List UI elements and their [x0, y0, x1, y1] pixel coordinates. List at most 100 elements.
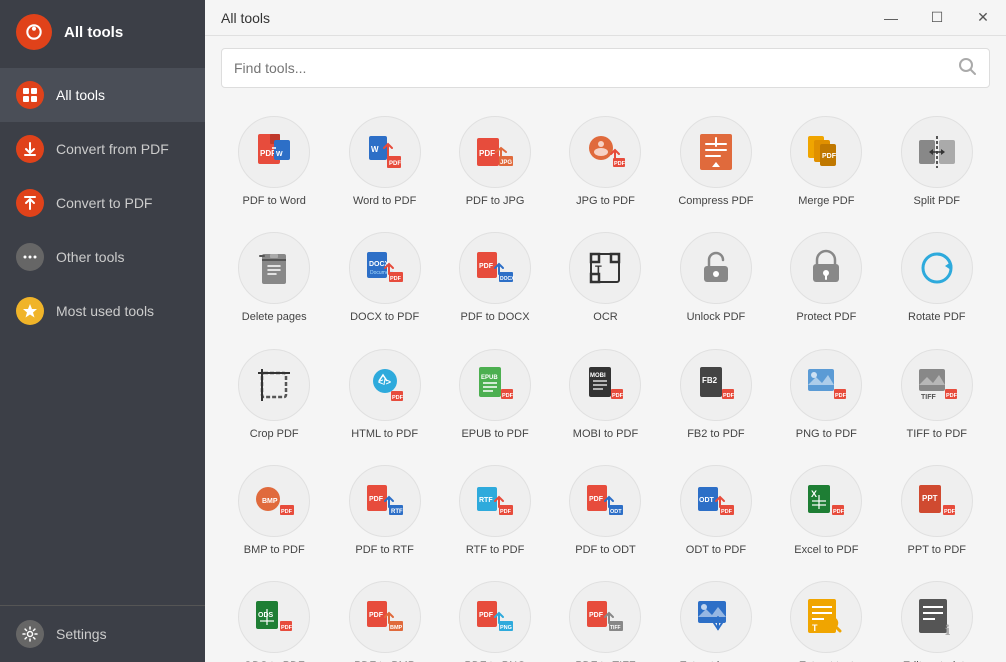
svg-text:PPT: PPT — [922, 494, 938, 503]
app-title: All tools — [64, 24, 123, 41]
sidebar-item-all-tools[interactable]: All tools — [0, 68, 205, 122]
tool-fb2-to-pdf[interactable]: FB2PDFFB2 to PDF — [663, 341, 769, 449]
tool-pdf-to-odt[interactable]: PDFODTPDF to ODT — [552, 457, 658, 565]
tool-label-unlock-pdf: Unlock PDF — [687, 310, 746, 324]
tool-excel-to-pdf[interactable]: XPDFExcel to PDF — [773, 457, 879, 565]
sidebar-item-convert-to-pdf[interactable]: Convert to PDF — [0, 176, 205, 230]
svg-text:MOBI: MOBI — [590, 373, 606, 379]
tool-icon-docx-to-pdf: DOCXDocumentPDF — [349, 232, 421, 304]
svg-text:JPG: JPG — [500, 160, 512, 166]
convert-from-pdf-label: Convert from PDF — [56, 141, 169, 157]
tool-merge-pdf[interactable]: PDFMerge PDF — [773, 108, 879, 216]
tool-icon-ods-to-pdf: ODS PDF — [238, 581, 310, 653]
sidebar-bottom: Settings — [0, 605, 205, 662]
tool-icon-odt-to-pdf: ODTPDF — [680, 465, 752, 537]
svg-text:PDF: PDF — [822, 153, 837, 160]
tool-word-to-pdf[interactable]: WPDF Word to PDF — [331, 108, 437, 216]
tool-label-png-to-pdf: PNG to PDF — [796, 427, 857, 441]
tool-label-jpg-to-pdf: JPG to PDF — [576, 194, 635, 208]
tool-pdf-to-word[interactable]: PDFWPDF to Word — [221, 108, 327, 216]
tool-extract-images[interactable]: Extract images — [663, 573, 769, 662]
tool-docx-to-pdf[interactable]: DOCXDocumentPDFDOCX to PDF — [331, 224, 437, 332]
svg-text:ODS: ODS — [258, 612, 274, 619]
tool-label-fb2-to-pdf: FB2 to PDF — [687, 427, 744, 441]
tool-crop-pdf[interactable]: Crop PDF — [221, 341, 327, 449]
tool-icon-rotate-pdf — [901, 232, 973, 304]
svg-text:PDF: PDF — [589, 612, 604, 619]
tool-icon-pdf-to-jpg: PDFJPG — [459, 116, 531, 188]
tools-list: PDFWPDF to WordWPDFWord to PDFPDFJPGPDF … — [221, 108, 990, 662]
tool-ppt-to-pdf[interactable]: PPTPDFPPT to PDF — [884, 457, 990, 565]
svg-text:RTF: RTF — [391, 509, 403, 515]
tool-pdf-to-png[interactable]: PDFPNGPDF to PNG — [442, 573, 548, 662]
tool-png-to-pdf[interactable]: PDFPNG to PDF — [773, 341, 879, 449]
tool-pdf-to-docx[interactable]: PDFDOCXPDF to DOCX — [442, 224, 548, 332]
sidebar-item-most-used-tools[interactable]: Most used tools — [0, 284, 205, 338]
svg-text:PDF: PDF — [614, 161, 626, 167]
tool-delete-pages[interactable]: Delete pages — [221, 224, 327, 332]
svg-text:PDF: PDF — [369, 612, 384, 619]
app-logo: All tools — [0, 0, 205, 64]
tool-compress-pdf[interactable]: Compress PDF — [663, 108, 769, 216]
tool-icon-bmp-to-pdf: BMPPDF — [238, 465, 310, 537]
tool-label-pdf-to-odt: PDF to ODT — [575, 543, 636, 557]
sidebar-item-convert-from-pdf[interactable]: Convert from PDF — [0, 122, 205, 176]
tool-label-word-to-pdf: Word to PDF — [353, 194, 416, 208]
tool-icon-edit-metadata: ℹ — [901, 581, 973, 653]
tool-icon-word-to-pdf: WPDF — [349, 116, 421, 188]
tool-pdf-to-rtf[interactable]: PDFRTFPDF to RTF — [331, 457, 437, 565]
main-content: All tools — ☐ ✕ PDF W PDF to Word WPDF Word … — [205, 0, 1006, 662]
tool-unlock-pdf[interactable]: Unlock PDF — [663, 224, 769, 332]
window-controls: — ☐ ✕ — [868, 0, 1006, 36]
svg-text:PDF: PDF — [502, 393, 514, 399]
svg-text:PDF: PDF — [723, 393, 735, 399]
maximize-button[interactable]: ☐ — [914, 0, 960, 36]
tool-mobi-to-pdf[interactable]: MOBIPDFMOBI to PDF — [552, 341, 658, 449]
svg-text:PDF: PDF — [479, 263, 494, 270]
tool-icon-ocr: T — [569, 232, 641, 304]
tool-bmp-to-pdf[interactable]: BMPPDFBMP to PDF — [221, 457, 327, 565]
tool-html-to-pdf[interactable]: </>PDFHTML to PDF — [331, 341, 437, 449]
titlebar: All tools — ☐ ✕ — [205, 0, 1006, 36]
search-wrap — [221, 48, 990, 88]
sidebar-item-other-tools[interactable]: Other tools — [0, 230, 205, 284]
tool-split-pdf[interactable]: Split PDF — [884, 108, 990, 216]
tool-label-ocr: OCR — [593, 310, 617, 324]
tool-label-pdf-to-rtf: PDF to RTF — [355, 543, 413, 557]
tool-ods-to-pdf[interactable]: ODSPDFODS to PDF — [221, 573, 327, 662]
svg-text:W: W — [276, 151, 283, 158]
tool-icon-jpg-to-pdf: PDF — [569, 116, 641, 188]
minimize-button[interactable]: — — [868, 0, 914, 36]
close-button[interactable]: ✕ — [960, 0, 1006, 36]
tool-pdf-to-bmp[interactable]: PDFBMPPDF to BMP — [331, 573, 437, 662]
star-icon — [16, 297, 44, 325]
tool-pdf-to-tiff[interactable]: PDFTIFFPDF to TIFF — [552, 573, 658, 662]
svg-text:TIFF: TIFF — [921, 394, 936, 401]
svg-text:ℹ: ℹ — [945, 622, 950, 638]
tool-extract-text[interactable]: TExtract text — [773, 573, 879, 662]
arrow-up-icon — [16, 189, 44, 217]
tool-label-pdf-to-docx: PDF to DOCX — [461, 310, 530, 324]
tool-protect-pdf[interactable]: Protect PDF — [773, 224, 879, 332]
tool-label-pdf-to-word: PDF to Word — [243, 194, 306, 208]
tool-odt-to-pdf[interactable]: ODTPDFODT to PDF — [663, 457, 769, 565]
tool-icon-compress-pdf — [680, 116, 752, 188]
settings-item[interactable]: Settings — [16, 620, 189, 648]
svg-text:PNG: PNG — [500, 625, 512, 631]
tool-rotate-pdf[interactable]: Rotate PDF — [884, 224, 990, 332]
tool-ocr[interactable]: T OCR — [552, 224, 658, 332]
logo-icon — [16, 14, 52, 50]
tool-epub-to-pdf[interactable]: EPUBPDFEPUB to PDF — [442, 341, 548, 449]
svg-text:PDF: PDF — [390, 276, 402, 282]
svg-text:PDF: PDF — [281, 625, 293, 631]
svg-text:EPUB: EPUB — [481, 375, 498, 381]
tool-tiff-to-pdf[interactable]: TIFFPDFTIFF to PDF — [884, 341, 990, 449]
settings-icon — [16, 620, 44, 648]
tool-pdf-to-jpg[interactable]: PDFJPGPDF to JPG — [442, 108, 548, 216]
svg-text:ODT: ODT — [610, 509, 622, 515]
tool-edit-metadata[interactable]: ℹEdit metadata — [884, 573, 990, 662]
svg-text:RTF: RTF — [479, 497, 493, 504]
tool-rtf-to-pdf[interactable]: RTFPDFRTF to PDF — [442, 457, 548, 565]
tool-jpg-to-pdf[interactable]: PDF JPG to PDF — [552, 108, 658, 216]
search-input[interactable] — [234, 60, 957, 76]
